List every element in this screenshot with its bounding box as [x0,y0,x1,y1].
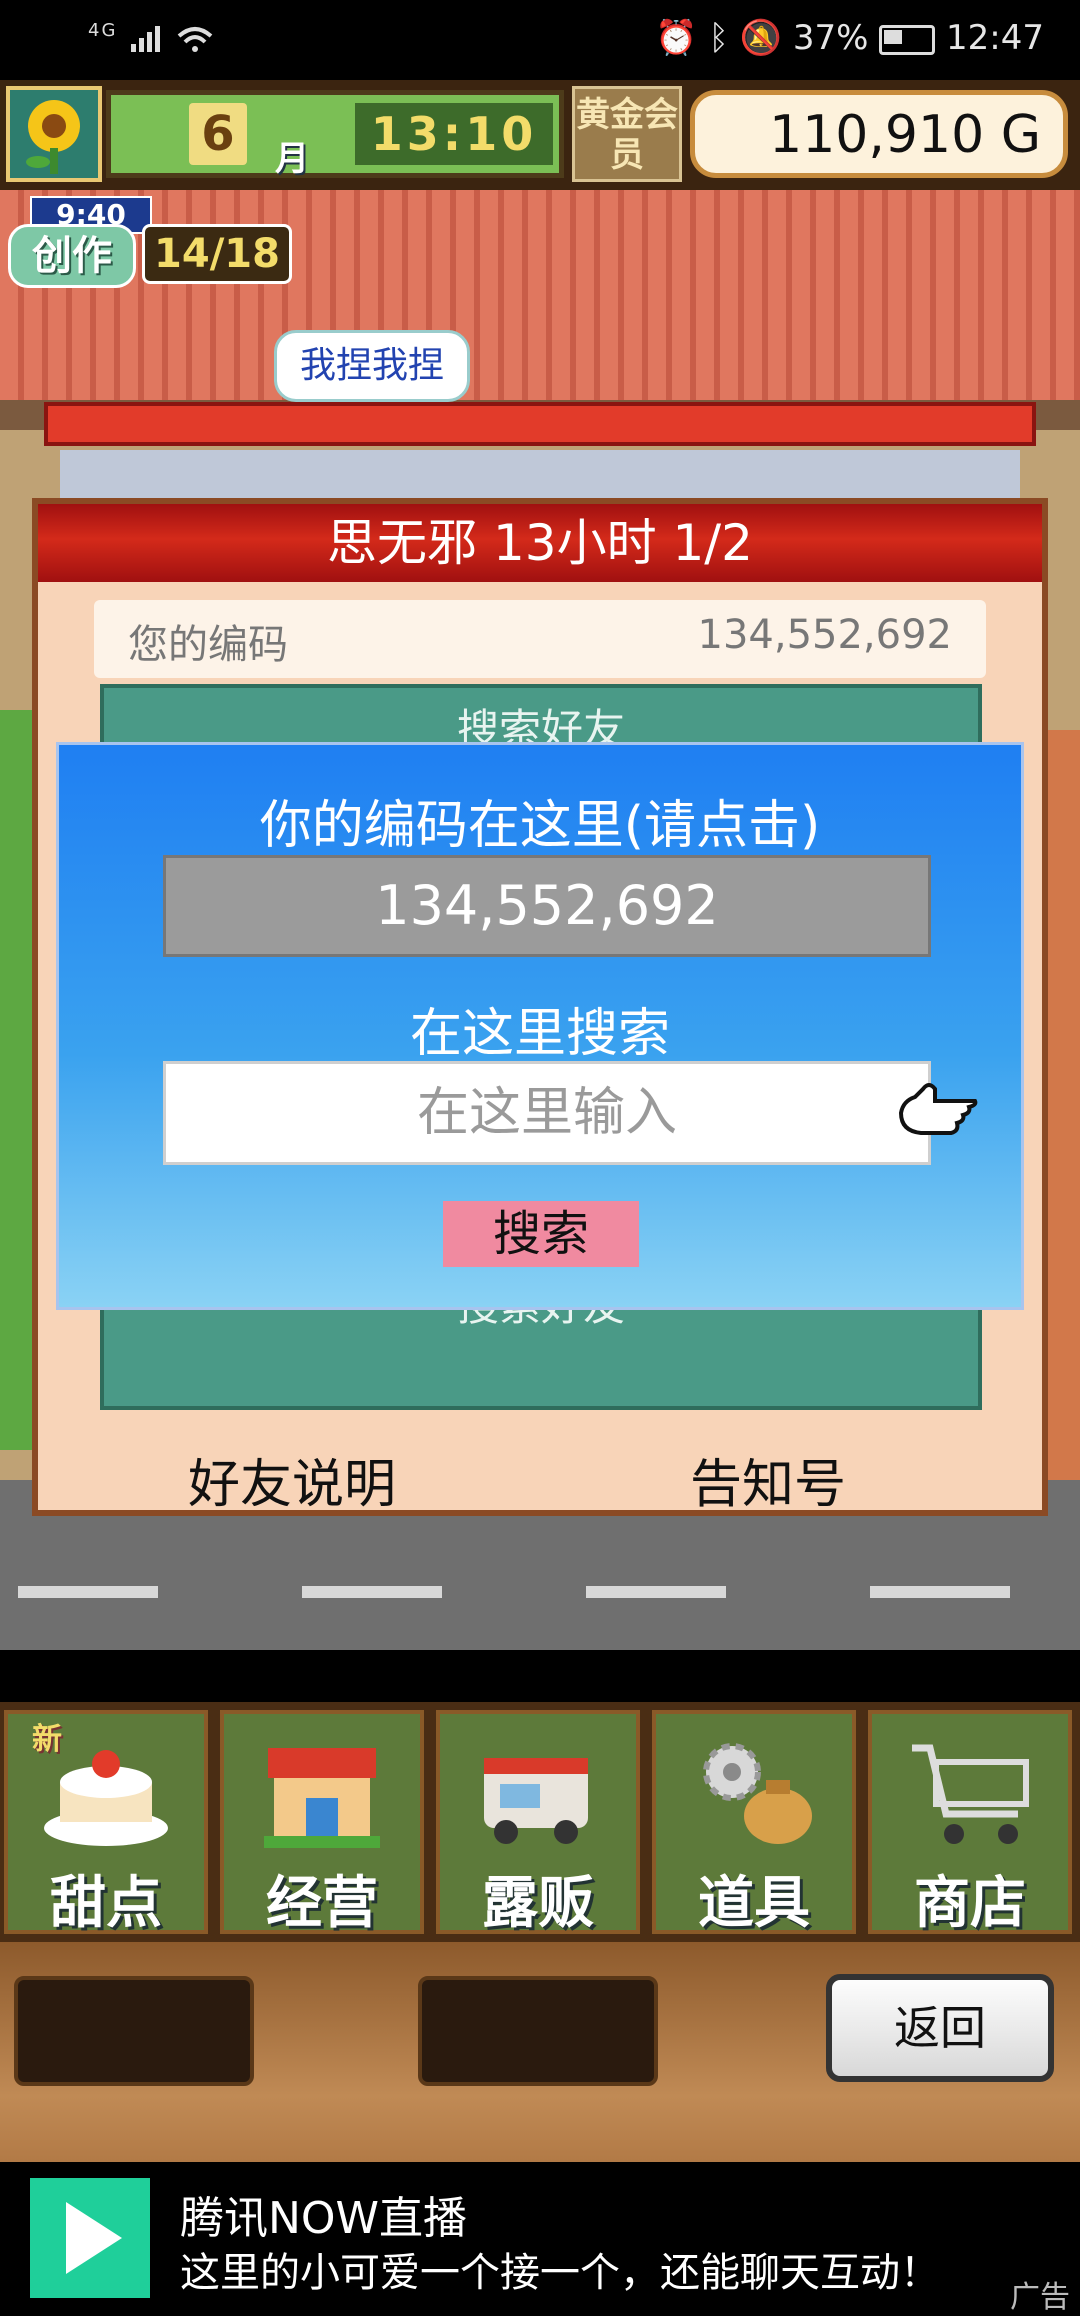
popup-title: 你的编码在这里(请点击) [259,796,821,856]
signal-icon [130,25,160,52]
back-button[interactable]: 返回 [826,1974,1054,2082]
gear-bag-icon [703,1743,812,1844]
network-type: 4G [88,20,118,41]
your-code-row: 您的编码 134,552,692 [94,600,986,678]
menu-label-manage: 经营 [266,1871,378,1936]
date-time-panel: 6 月 13:10 [106,90,564,179]
wifi-icon [177,26,212,52]
status-bar: 4G ⏰ ᛒ 🔕 37% 12:47 [0,0,1080,80]
empty-slot [418,1976,658,2086]
menu-dessert[interactable]: 新 甜点 [4,1710,208,1936]
your-code-value: 134,552,692 [697,612,952,658]
shopping-cart-icon [912,1744,1029,1844]
gold-member-badge[interactable]: 黄金会员 [572,86,682,182]
menu-label-items: 道具 [698,1871,810,1936]
bluetooth-icon: ᛒ [708,18,729,58]
search-input[interactable] [163,1061,931,1165]
production-count: 14/18 [142,224,292,284]
shop-icon [264,1748,380,1848]
ad-tag: 广告 [1010,2280,1070,2315]
road-marking [586,1586,726,1598]
ad-text: 这里的小可爱一个接一个，还能聊天互动！ [180,2250,940,2296]
sunflower-avatar-icon[interactable] [6,86,102,182]
ad-title: 腾讯NOW直播 [180,2193,468,2244]
food-truck-icon [484,1758,588,1844]
shop-banner [44,402,1036,446]
road-marking [302,1586,442,1598]
road-marking [18,1586,158,1598]
play-logo-icon [30,2178,150,2298]
pointing-hand-icon [898,1083,978,1135]
signal-indicator: 4G [88,20,215,55]
tree-decoration [0,710,32,1450]
menu-label-store: 商店 [914,1871,1026,1936]
month-number: 6 [189,103,247,165]
dialog-title: 思无邪 13小时 1/2 [38,504,1042,582]
month-label: 月 [275,139,309,179]
search-button[interactable]: 搜索 [443,1201,639,1267]
main-menu: 新 甜点 经营 露贩 道具 商店 [0,1702,1080,1942]
top-hud: 6 月 13:10 黄金会员 110,910 G [0,80,1080,190]
your-code-button[interactable]: 134,552,692 [163,855,931,957]
new-badge: 新 [32,1722,62,1757]
battery-icon [879,24,936,55]
money-display: 110,910 G [690,90,1068,178]
friends-help-button[interactable]: 好友说明 [188,1442,396,1517]
mute-icon: 🔕 [739,18,782,58]
production-label: 创作 [8,224,136,288]
road-marking [870,1586,1010,1598]
building-decoration [1048,730,1080,1490]
game-clock: 13:10 [355,103,553,165]
speech-bubble: 我捏我捏 [274,330,470,402]
menu-manage[interactable]: 经营 [220,1710,424,1936]
your-code-label: 您的编码 [128,622,288,668]
menu-label-dessert: 甜点 [50,1871,162,1936]
status-right: ⏰ ᛒ 🔕 37% 12:47 [655,18,1044,58]
menu-items[interactable]: 道具 [652,1710,856,1936]
clock-time: 12:47 [946,18,1044,58]
menu-label-stall: 露贩 [482,1871,594,1936]
alarm-icon: ⏰ [655,18,698,58]
production-progress[interactable]: 9:40 创作 14/18 [8,196,292,288]
menu-stall[interactable]: 露贩 [436,1710,640,1936]
code-search-popup: 你的编码在这里(请点击) 134,552,692 在这里搜索 搜索 [56,742,1024,1310]
ad-banner[interactable]: 腾讯NOW直播 这里的小可爱一个接一个，还能聊天互动！ 广告 [0,2162,1080,2315]
menu-store[interactable]: 商店 [868,1710,1072,1936]
empty-slot [14,1976,254,2086]
battery-percent: 37% [792,18,869,58]
notice-button[interactable]: 告知号 [690,1442,846,1517]
bottom-bar: 返回 [0,1942,1080,2162]
search-title: 在这里搜索 [409,1004,670,1064]
